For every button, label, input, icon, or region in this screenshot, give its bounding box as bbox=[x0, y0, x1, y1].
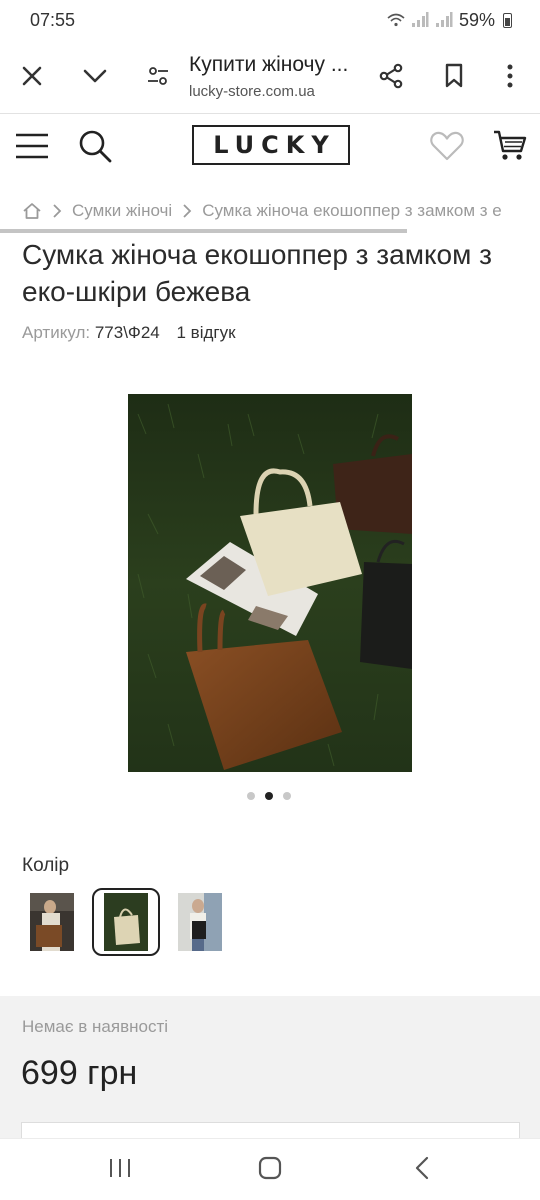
site-header: LUCKY bbox=[0, 115, 540, 179]
system-nav-bar bbox=[0, 1138, 540, 1200]
site-logo[interactable]: LUCKY bbox=[192, 125, 350, 165]
wifi-icon bbox=[387, 13, 405, 27]
back-icon[interactable] bbox=[402, 1153, 442, 1183]
bookmark-icon[interactable] bbox=[436, 58, 472, 94]
chevron-right-icon bbox=[53, 204, 62, 218]
color-swatch-black[interactable] bbox=[178, 893, 222, 951]
chevron-right-icon bbox=[183, 204, 192, 218]
product-price: 699 грн bbox=[21, 1054, 138, 1092]
purchase-panel: Немає в наявності 699 грн bbox=[0, 996, 540, 1152]
search-icon[interactable] bbox=[75, 126, 115, 166]
battery-percent: 59% bbox=[458, 9, 495, 30]
page-settings-icon[interactable] bbox=[140, 58, 176, 94]
pagination-dot-active[interactable] bbox=[265, 792, 273, 800]
breadcrumb-item: Сумка жіноча екошоппер з замком з е bbox=[202, 201, 502, 220]
product-title: Сумка жіноча екошоппер з замком з еко-шк… bbox=[22, 239, 492, 307]
status-indicators: 59% bbox=[387, 10, 512, 31]
gallery-pagination bbox=[247, 792, 291, 800]
menu-icon[interactable] bbox=[12, 126, 52, 166]
chevron-down-icon[interactable] bbox=[77, 58, 113, 94]
home-icon[interactable] bbox=[250, 1153, 290, 1183]
browser-toolbar: Купити жіночу ... lucky-store.com.ua bbox=[0, 40, 540, 114]
color-swatch-beige-selected[interactable] bbox=[92, 888, 160, 956]
breadcrumb-scroll-indicator bbox=[0, 229, 407, 233]
page-title[interactable]: Купити жіночу ... bbox=[189, 53, 348, 77]
status-bar: 07:55 59% bbox=[0, 0, 540, 40]
more-vert-icon[interactable] bbox=[492, 58, 528, 94]
sku-label: Артикул: bbox=[22, 323, 91, 342]
cart-icon[interactable] bbox=[490, 126, 530, 166]
sku-value: 773\Ф24 bbox=[94, 323, 160, 342]
pagination-dot[interactable] bbox=[247, 792, 255, 800]
product-meta: Артикул: 773\Ф24 1 відгук bbox=[22, 323, 236, 343]
home-icon[interactable] bbox=[22, 202, 42, 220]
stock-status: Немає в наявності bbox=[22, 1017, 169, 1036]
breadcrumb: Сумки жіночі Сумка жіноча екошоппер з за… bbox=[22, 199, 540, 223]
battery-icon bbox=[503, 12, 512, 28]
color-swatch-brown[interactable] bbox=[30, 893, 74, 951]
recent-apps-icon[interactable] bbox=[100, 1153, 140, 1183]
close-icon[interactable] bbox=[14, 58, 50, 94]
heart-icon[interactable] bbox=[427, 126, 467, 166]
signal-icon bbox=[411, 12, 429, 27]
signal-icon bbox=[435, 12, 453, 27]
reviews-link[interactable]: 1 відгук bbox=[177, 323, 236, 342]
status-time: 07:55 bbox=[30, 9, 76, 30]
product-image[interactable] bbox=[128, 394, 412, 772]
pagination-dot[interactable] bbox=[283, 792, 291, 800]
breadcrumb-item[interactable]: Сумки жіночі bbox=[72, 201, 172, 221]
color-label: Колір bbox=[22, 855, 70, 876]
share-icon[interactable] bbox=[373, 58, 409, 94]
url-text[interactable]: lucky-store.com.ua bbox=[189, 83, 315, 100]
